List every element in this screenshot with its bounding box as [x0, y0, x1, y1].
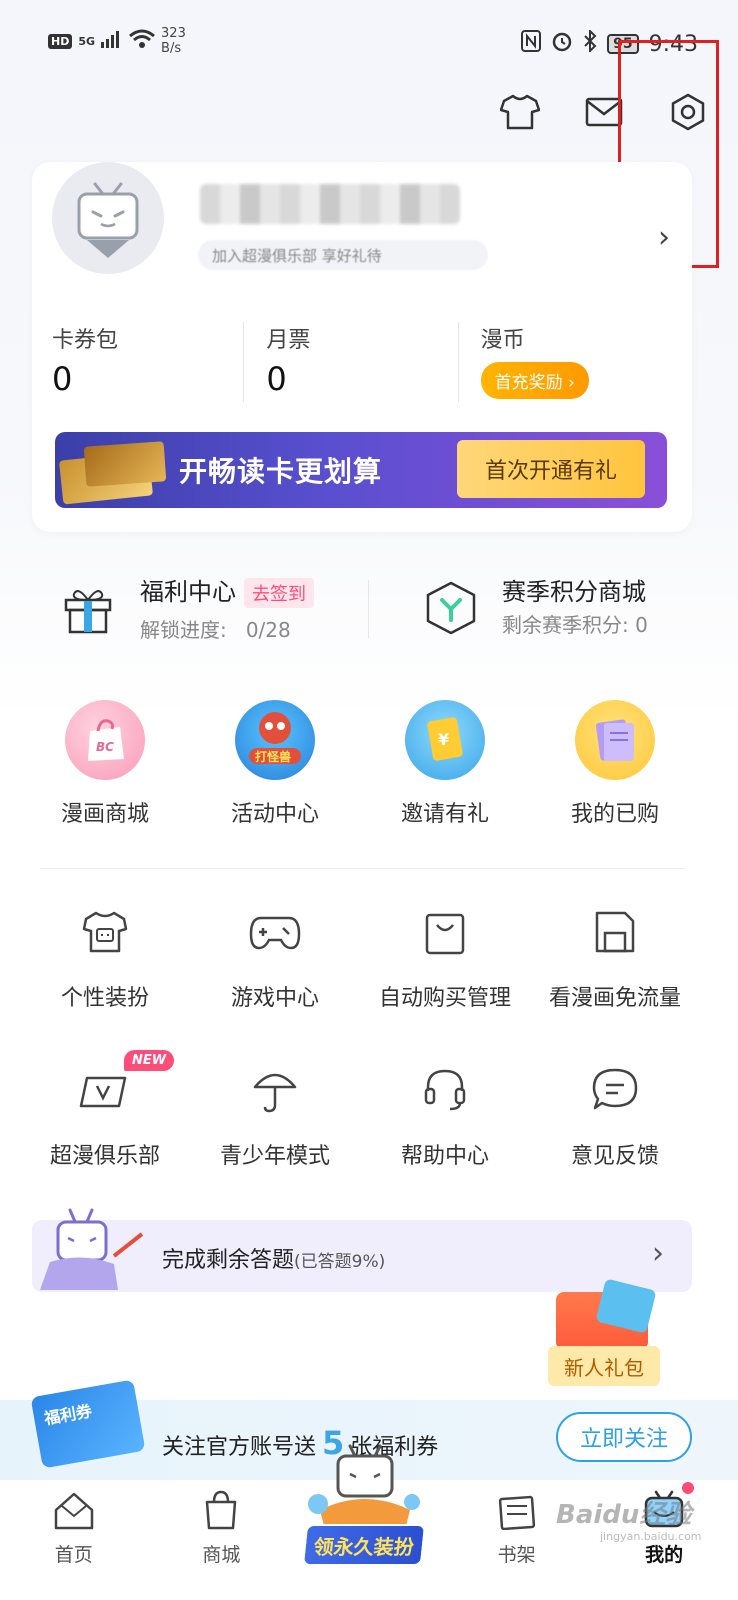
- stat-manga-coins[interactable]: 漫币 首充奖励 ›: [457, 322, 672, 402]
- watermark: Baidu经验: [556, 1500, 692, 1530]
- grid-item-comic-store[interactable]: BC 漫画商城: [20, 700, 190, 828]
- tshirt-icon: [73, 900, 137, 964]
- gamepad-icon: [243, 900, 307, 964]
- tshirt-icon: [499, 94, 541, 134]
- grid-item-event-center[interactable]: 打怪兽 活动中心: [190, 700, 360, 828]
- tools-grid-row-1: 个性装扮 游戏中心 自动购买管理 看漫画免流量: [20, 900, 720, 1012]
- umbrella-icon: [243, 1058, 307, 1122]
- mascot-illustration: [30, 1206, 148, 1292]
- mascot-icon: [308, 1444, 420, 1534]
- vip-card-banner[interactable]: 开畅读卡更划算 首次开通有礼: [55, 432, 667, 508]
- tab-store[interactable]: 商城: [148, 1480, 296, 1600]
- check-in-badge[interactable]: 去签到: [244, 578, 314, 608]
- username-blurred: [200, 184, 460, 224]
- network-speed: 323 B/s: [161, 26, 186, 56]
- grid-item-purchased[interactable]: 我的已购: [530, 700, 700, 828]
- season-points-store[interactable]: 赛季积分商城 剩余赛季积分: 0: [424, 572, 648, 638]
- avatar[interactable]: [52, 162, 164, 274]
- club-subtitle[interactable]: 加入超漫俱乐部 享好礼待: [198, 240, 488, 270]
- first-recharge-reward-button[interactable]: 首充奖励 ›: [480, 362, 589, 399]
- welfare-center[interactable]: 福利中心 去签到 解锁进度: 0/28: [62, 572, 314, 643]
- chat-bubble-icon: [583, 1058, 647, 1122]
- stat-monthly-tickets[interactable]: 月票 0: [243, 322, 457, 402]
- grid-item-manga-club[interactable]: NEW 超漫俱乐部: [20, 1050, 190, 1170]
- vip-cards-illustration: [55, 440, 167, 505]
- vip-open-button[interactable]: 首次开通有礼: [457, 440, 645, 498]
- svg-text:¥: ¥: [438, 730, 449, 749]
- grid-item-teen-mode[interactable]: 青少年模式: [190, 1058, 360, 1170]
- section-divider: [40, 868, 686, 869]
- bluetooth-icon: [583, 28, 597, 58]
- newbie-gift-button[interactable]: 新人礼包: [548, 1278, 660, 1390]
- grid-item-game-center[interactable]: 游戏中心: [190, 900, 360, 1012]
- profile-card: 加入超漫俱乐部 享好礼待 › 卡券包 0 月票 0 漫币 首充奖励 › 开畅读卡…: [32, 162, 692, 532]
- season-hexagon-icon: [424, 580, 478, 640]
- tab-home[interactable]: 首页: [0, 1480, 148, 1600]
- svg-text:打怪兽: 打怪兽: [255, 749, 291, 764]
- bookshelf-icon: [497, 1490, 537, 1534]
- quiz-chevron-icon: ›: [652, 1236, 664, 1271]
- profile-chevron-icon[interactable]: ›: [658, 220, 670, 255]
- grid-item-dress-up[interactable]: 个性装扮: [20, 900, 190, 1012]
- home-icon: [52, 1490, 96, 1534]
- shopping-bag-icon: BC: [65, 700, 145, 780]
- welfare-row: 福利中心 去签到 解锁进度: 0/28 赛季积分商城 剩余赛季积分: 0: [0, 572, 738, 652]
- grid-item-auto-purchase[interactable]: 自动购买管理: [360, 900, 530, 1012]
- svg-text:BC: BC: [96, 740, 114, 754]
- bag-icon: [413, 900, 477, 964]
- feature-grid: BC 漫画商城 打怪兽 活动中心 ¥ 邀请有礼 我的已购: [20, 700, 720, 828]
- purchased-books-icon: [575, 700, 655, 780]
- shop-bag-icon: [201, 1490, 241, 1534]
- wifi-icon: [129, 29, 155, 53]
- watermark-url: jingyan.baidu.com: [600, 1530, 702, 1543]
- signal-icon: [101, 30, 123, 52]
- stat-coupons[interactable]: 卡券包 0: [52, 322, 243, 402]
- notification-dot: [681, 1482, 694, 1494]
- grid-item-invite[interactable]: ¥ 邀请有礼: [360, 700, 530, 828]
- gift-box-icon: [62, 582, 114, 638]
- invite-coupon-icon: ¥: [405, 700, 485, 780]
- grid-item-help-center[interactable]: 帮助中心: [360, 1058, 530, 1170]
- nfc-icon: [521, 30, 542, 58]
- wallet-stats: 卡券包 0 月票 0 漫币 首充奖励 ›: [52, 322, 672, 402]
- hd-indicator: HD: [48, 33, 73, 49]
- permanent-dressup-promo[interactable]: 领永久装扮: [300, 1440, 430, 1576]
- sim-card-icon: [583, 900, 647, 964]
- grid-item-feedback[interactable]: 意见反馈: [530, 1058, 700, 1170]
- octopus-event-icon: 打怪兽: [235, 700, 315, 780]
- tools-grid-row-2: NEW 超漫俱乐部 青少年模式 帮助中心 意见反馈: [20, 1050, 720, 1170]
- grid-item-free-data[interactable]: 看漫画免流量: [530, 900, 700, 1012]
- follow-button[interactable]: 立即关注: [556, 1412, 692, 1462]
- divider: [368, 580, 369, 638]
- headset-icon: [413, 1058, 477, 1122]
- welfare-ticket-icon: 福利券: [30, 1379, 146, 1469]
- dress-up-button[interactable]: [498, 92, 542, 136]
- new-badge: NEW: [124, 1050, 175, 1071]
- alarm-icon: [551, 30, 573, 58]
- network-indicator: 5G: [78, 34, 96, 48]
